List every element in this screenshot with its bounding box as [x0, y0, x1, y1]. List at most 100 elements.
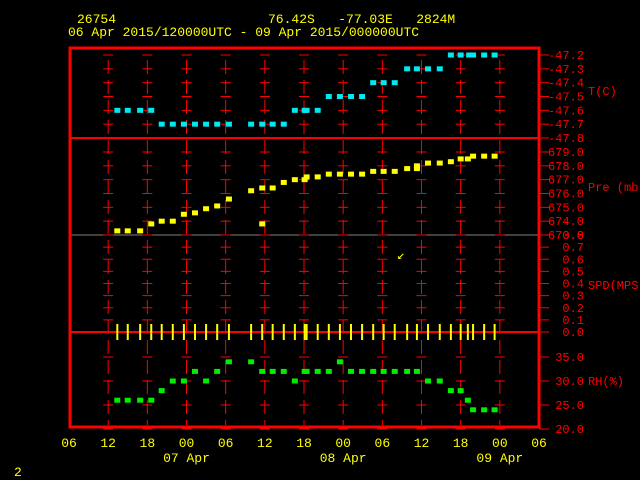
speed-point: [338, 324, 341, 340]
x-tick-label: 18: [296, 436, 312, 451]
pressure-point: [404, 166, 411, 172]
temperature-point: [336, 94, 343, 99]
pressure-point: [203, 206, 210, 212]
rh-point: [370, 368, 377, 374]
pressure-point: [214, 203, 221, 209]
rh-point: [291, 378, 298, 384]
date-label: 07 Apr: [163, 451, 210, 466]
time-period: 06 Apr 2015/120000UTC - 09 Apr 2015/0000…: [68, 25, 419, 40]
speed-point: [393, 324, 396, 340]
date-label: 08 Apr: [320, 451, 367, 466]
temperature-point: [470, 52, 477, 58]
pressure-point: [280, 179, 287, 185]
x-tick-label: 06: [218, 436, 234, 451]
rh-point: [481, 407, 488, 413]
pressure-point: [303, 174, 310, 180]
pressure-point: [124, 228, 131, 234]
speed-point: [472, 324, 475, 340]
temperature-point: [248, 121, 255, 127]
speed-point: [449, 324, 452, 340]
page-number: 2: [14, 465, 22, 480]
x-tick-label: 12: [100, 436, 116, 451]
speed-point: [305, 324, 308, 340]
y-tick-label: -47.7: [548, 118, 584, 132]
rh-point: [124, 397, 131, 403]
pressure-point: [457, 156, 464, 162]
rh-point: [447, 388, 454, 394]
speed-point: [160, 324, 163, 340]
temperature-point: [280, 121, 287, 127]
y-tick-label: -47.5: [548, 91, 584, 105]
temperature-point: [447, 52, 454, 58]
temperature-point: [413, 66, 420, 72]
speed-axis-title: SPD(MPS): [588, 279, 640, 293]
temperature-point: [225, 121, 232, 127]
pressure-point: [391, 168, 398, 174]
speed-point: [250, 324, 253, 340]
y-tick-label: 676.0: [548, 188, 584, 202]
rh-point: [391, 368, 398, 374]
rh-point: [148, 397, 155, 403]
pressure-point: [137, 228, 144, 234]
speed-point: [350, 324, 352, 340]
data-marks: [114, 52, 498, 413]
x-tick-label: 18: [140, 436, 156, 451]
temperature-point: [314, 107, 321, 113]
pressure-point: [370, 168, 377, 174]
x-tick-label: 00: [179, 436, 195, 451]
temperature-point: [114, 107, 121, 113]
y-tick-label: 30.0: [555, 375, 584, 389]
x-tick-label: 00: [492, 436, 508, 451]
rh-point: [413, 368, 420, 374]
speed-point: [261, 324, 264, 340]
x-tick-label: 12: [257, 436, 273, 451]
rh-point: [491, 407, 498, 413]
temperature-point: [124, 107, 131, 113]
pressure-point: [436, 160, 443, 166]
pressure-point: [464, 156, 471, 162]
rh-point: [137, 397, 144, 403]
pressure-point: [291, 177, 298, 183]
temperature-point: [180, 121, 187, 127]
speed-point: [372, 324, 375, 340]
rh-point: [436, 378, 443, 384]
pressure-point: [225, 196, 232, 202]
pressure-point: [148, 221, 155, 227]
rh-point: [314, 368, 321, 374]
rh-point: [325, 368, 332, 374]
y-tick-label: 675.0: [548, 201, 584, 215]
temperature-point: [380, 80, 387, 86]
y-tick-label: 677.0: [548, 174, 584, 188]
pressure-point: [491, 153, 498, 159]
y-tick-label: 679.0: [548, 146, 584, 160]
speed-point: [327, 324, 330, 340]
rh-point: [470, 407, 477, 413]
rh-point: [303, 368, 310, 374]
speed-point: [271, 324, 274, 340]
speed-point: [139, 324, 142, 340]
temperature-point: [348, 94, 354, 99]
rh-point: [158, 388, 165, 394]
rh-point: [404, 368, 411, 374]
speed-point: [415, 324, 418, 340]
pressure-point: [259, 221, 266, 227]
speed-point: [293, 324, 296, 340]
axes: 06 12 18 00 06 12 18 00 06 12 18 00 06 07 Apr 08 Apr 09…: [61, 49, 640, 466]
rh-point: [336, 359, 343, 365]
meteogram-chart: 26754 76.42S -77.03E 2824M 06 Apr 2015/1…: [14, 12, 640, 480]
temperature-point: [169, 121, 176, 127]
pressure-point: [259, 185, 266, 191]
temperature-point: [457, 52, 464, 58]
y-tick-label: 678.0: [548, 160, 584, 174]
pressure-point: [325, 171, 332, 177]
speed-point: [466, 324, 469, 340]
temperature-point: [404, 66, 411, 72]
temperature-axis-title: T(C): [588, 85, 617, 99]
speed-point: [361, 324, 364, 340]
pressure-point: [336, 171, 343, 177]
rh-point: [114, 397, 121, 403]
x-tick-label: 00: [335, 436, 351, 451]
pressure-point: [248, 188, 255, 194]
rh-point: [203, 378, 210, 384]
temperature-point: [291, 107, 298, 113]
